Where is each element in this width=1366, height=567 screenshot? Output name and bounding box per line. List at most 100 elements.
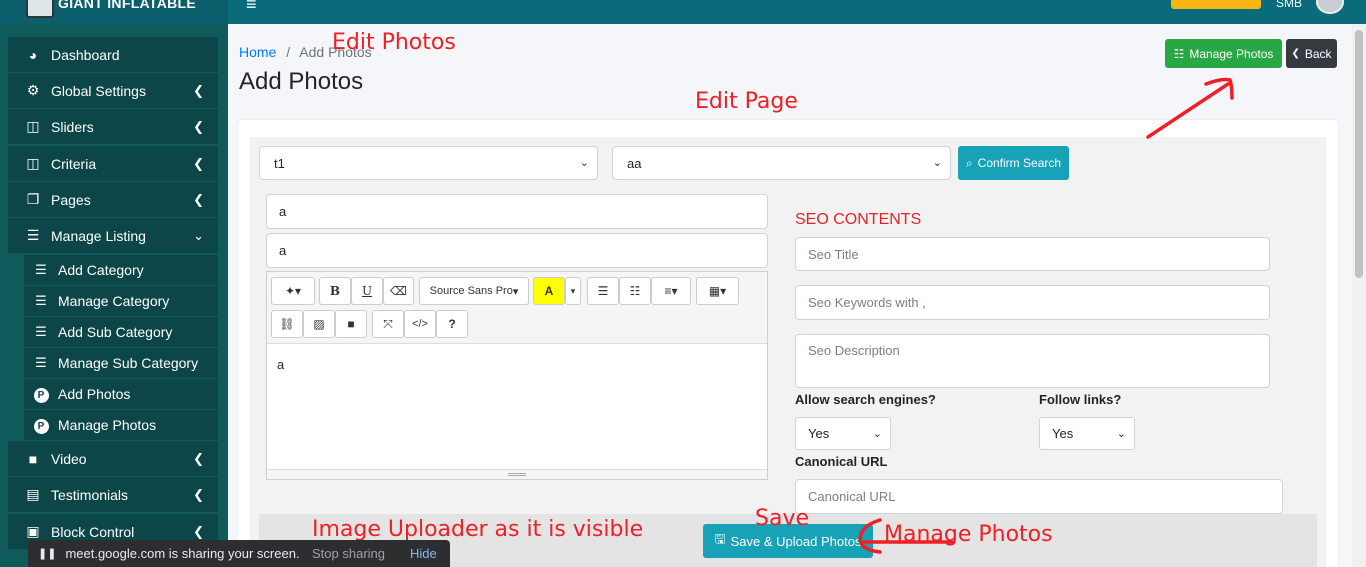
allow-search-select[interactable]: Yes ⌄: [795, 417, 891, 450]
seo-heading: SEO CONTENTS: [795, 211, 922, 228]
sidebar-item-manage-listing[interactable]: ☰ Manage Listing ⌄: [8, 218, 218, 253]
sidebar-item-label: Manage Photos: [58, 417, 157, 433]
product-hunt-icon: P: [33, 387, 49, 403]
chevron-left-icon: ❮: [193, 523, 204, 539]
sidebar-item-video[interactable]: ■ Video ❮: [8, 441, 218, 476]
scrollbar-thumb[interactable]: [1355, 30, 1363, 278]
breadcrumb-separator: /: [286, 44, 291, 60]
sidebar-item-dashboard[interactable]: ◕ Dashboard: [8, 37, 218, 72]
allow-search-label: Allow search engines?: [795, 392, 936, 407]
placeholder: Seo Title: [808, 246, 859, 262]
fullscreen-icon[interactable]: ⤧: [372, 310, 404, 338]
select-value: Yes: [1052, 426, 1074, 441]
menu-toggle-icon[interactable]: ≡: [246, 0, 257, 15]
sidebar-subitem-manage-sub-category[interactable]: ☰ Manage Sub Category: [24, 348, 218, 378]
bold-icon[interactable]: B: [319, 277, 351, 305]
sidebar-item-label: Dashboard: [51, 46, 120, 63]
editor-toolbar: ✦▾ B U ⌫ Source Sans Pro ▾ A ▾ ☰ ☷ ≡▾ ▦▾ …: [267, 272, 767, 344]
brand-logo: [26, 0, 54, 18]
sidebar-subitem-add-sub-category[interactable]: ☰ Add Sub Category: [24, 317, 218, 347]
top-action-button[interactable]: [1171, 0, 1261, 9]
photo-title-input[interactable]: a: [266, 194, 768, 229]
sidebar-subitem-manage-photos[interactable]: P Manage Photos: [24, 410, 218, 440]
select-value: aa: [627, 155, 642, 171]
seo-title-input[interactable]: Seo Title: [795, 237, 1270, 271]
code-view-icon[interactable]: </>: [404, 310, 436, 338]
stop-sharing-button[interactable]: Stop sharing: [312, 546, 385, 561]
button-label: Manage Photos: [1189, 46, 1274, 61]
subcategory-select[interactable]: aa ⌄: [612, 146, 951, 180]
list-icon: ☷: [1173, 46, 1185, 61]
follow-links-label: Follow links?: [1039, 392, 1122, 407]
list-icon: ☰: [35, 293, 47, 308]
sidebar-subitem-add-category[interactable]: ☰ Add Category: [24, 255, 218, 285]
seo-keywords-input[interactable]: Seo Keywords with ,: [795, 285, 1270, 320]
annotation-image-uploader: Image Uploader as it is visible: [312, 517, 644, 542]
sidebar-item-label: Sliders: [51, 118, 94, 135]
annotation-edit-page: Edit Page: [695, 89, 798, 114]
chevron-left-icon: ❮: [193, 118, 204, 134]
list-icon: ☰: [35, 324, 47, 339]
eraser-icon[interactable]: ⌫: [383, 277, 414, 305]
list-icon: ☰: [35, 355, 47, 370]
sidebar-item-label: Add Sub Category: [58, 324, 173, 340]
sidebar-item-sliders[interactable]: ◫ Sliders ❮: [8, 109, 218, 144]
link-icon[interactable]: ⛓: [271, 310, 303, 338]
sidebar-subitem-add-photos[interactable]: P Add Photos: [24, 379, 218, 409]
dashboard-icon: ◕: [28, 46, 38, 63]
sidebar-subitem-manage-category[interactable]: ☰ Manage Category: [24, 286, 218, 316]
sidebar-item-label: Video: [51, 450, 87, 467]
user-name[interactable]: SMB: [1276, 0, 1302, 10]
copy-icon: ❐: [26, 191, 40, 207]
rich-text-editor[interactable]: ✦▾ B U ⌫ Source Sans Pro ▾ A ▾ ☰ ☷ ≡▾ ▦▾ …: [266, 271, 768, 480]
picture-icon[interactable]: ▨: [303, 310, 335, 338]
font-family-select[interactable]: Source Sans Pro ▾: [419, 277, 529, 305]
sidebar-item-testimonials[interactable]: ▤ Testimonials ❮: [8, 477, 218, 512]
columns-icon: ◫: [26, 155, 40, 171]
share-message: meet.google.com is sharing your screen.: [65, 546, 300, 561]
chevron-left-icon: ❮: [1291, 48, 1300, 59]
input-value: a: [279, 243, 287, 258]
confirm-search-button[interactable]: ⌕ Confirm Search: [958, 146, 1069, 180]
sidebar-item-label: Add Photos: [58, 386, 131, 402]
chevron-left-icon: ❮: [193, 155, 204, 171]
sidebar-item-label: Manage Sub Category: [58, 355, 199, 371]
sidebar-item-label: Global Settings: [51, 82, 146, 99]
align-icon[interactable]: ≡▾: [651, 277, 691, 305]
sidebar-item-label: Criteria: [51, 155, 97, 172]
manage-photos-button[interactable]: ☷ Manage Photos: [1165, 39, 1282, 68]
sidebar-item-global-settings[interactable]: ⚙ Global Settings ❮: [8, 73, 218, 108]
photo-subtitle-input[interactable]: a: [266, 233, 768, 268]
grip-icon: [508, 473, 526, 476]
sidebar-item-pages[interactable]: ❐ Pages ❮: [8, 182, 218, 217]
placeholder: Seo Description: [808, 343, 900, 358]
product-hunt-icon: P: [33, 418, 49, 434]
chevron-down-icon: ⌄: [579, 157, 589, 169]
editor-resize-handle[interactable]: [267, 469, 767, 479]
follow-links-select[interactable]: Yes ⌄: [1039, 417, 1135, 450]
caret-down-icon: ▾: [512, 285, 519, 298]
table-icon[interactable]: ▦▾: [696, 277, 739, 305]
help-icon[interactable]: ?: [436, 310, 468, 338]
seo-description-textarea[interactable]: Seo Description: [795, 334, 1270, 388]
ordered-list-icon[interactable]: ☷: [619, 277, 651, 305]
video-icon[interactable]: ■: [335, 310, 367, 338]
id-card-icon: ▤: [26, 486, 40, 502]
chevron-down-icon: ⌄: [872, 428, 882, 440]
save-icon: 🖫: [714, 531, 726, 546]
caret-down-icon[interactable]: ▾: [565, 277, 581, 305]
canonical-url-input[interactable]: Canonical URL: [795, 479, 1283, 514]
editor-content[interactable]: a: [277, 357, 284, 372]
back-button[interactable]: ❮ Back: [1286, 39, 1337, 68]
highlight-icon[interactable]: A: [533, 277, 565, 305]
brand[interactable]: GIANT INFLATABLE: [0, 0, 228, 24]
magic-wand-icon[interactable]: ✦▾: [271, 277, 315, 305]
chevron-down-icon: ⌄: [193, 227, 204, 243]
underline-icon[interactable]: U: [351, 277, 383, 305]
unordered-list-icon[interactable]: ☰: [587, 277, 619, 305]
sidebar-item-criteria[interactable]: ◫ Criteria ❮: [8, 146, 218, 181]
sidebar-item-label: Block Control: [51, 523, 135, 540]
category-select[interactable]: t1 ⌄: [259, 146, 598, 180]
hide-button[interactable]: Hide: [410, 546, 437, 561]
breadcrumb-home[interactable]: Home: [239, 44, 276, 60]
